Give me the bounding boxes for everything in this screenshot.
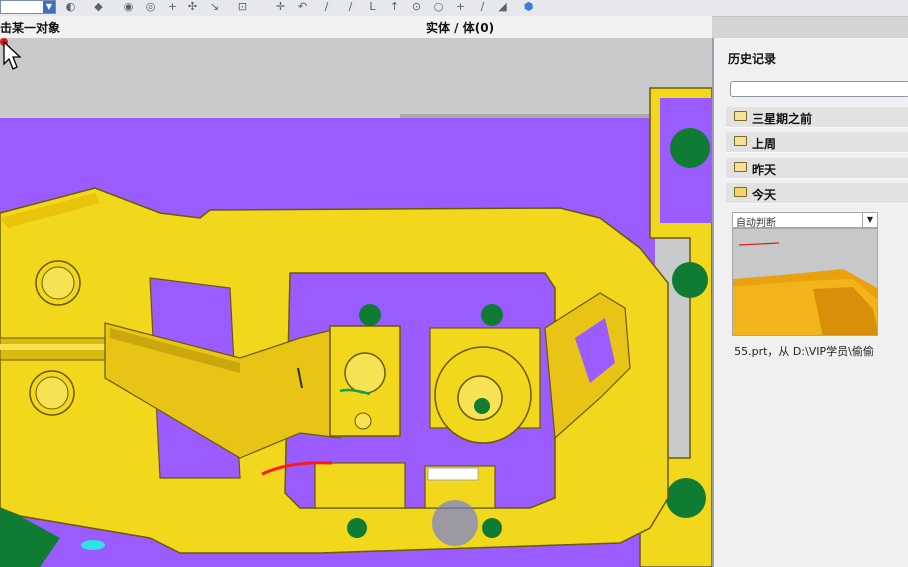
history-search-input[interactable]	[730, 81, 908, 97]
snap-icon[interactable]: ◆	[92, 1, 105, 13]
group-three-weeks-ago[interactable]: 三星期之前	[726, 107, 908, 128]
chevron-down-icon[interactable]: ▼	[43, 1, 55, 13]
filter-value: 自动判断	[736, 218, 776, 229]
arrow-icon[interactable]: ↑	[388, 1, 401, 13]
selection-filter-combo[interactable]: ▼	[0, 0, 56, 14]
point-icon[interactable]: +	[166, 1, 179, 13]
group-label: 今天	[752, 188, 777, 202]
folder-icon	[734, 162, 747, 172]
history-thumbnail[interactable]	[732, 228, 878, 336]
circle-icon[interactable]: ⊙	[410, 1, 423, 13]
group-label: 昨天	[752, 163, 777, 177]
chevron-down-icon[interactable]: ▼	[862, 213, 877, 227]
view-icon[interactable]: ◐	[64, 1, 77, 13]
group-yesterday[interactable]: 昨天	[726, 158, 908, 179]
plus-icon[interactable]: +	[454, 1, 467, 13]
prompt-text: 击某一对象	[0, 21, 61, 35]
panel-title: 历史记录	[728, 52, 777, 66]
slash-icon[interactable]: ∕	[476, 1, 489, 13]
group-today[interactable]: 今天	[726, 183, 908, 204]
folder-open-icon	[734, 187, 747, 197]
group-label: 三星期之前	[752, 112, 813, 126]
trim-icon[interactable]: ᒪ	[366, 1, 379, 13]
move-icon[interactable]: ✣	[186, 1, 199, 13]
line-icon[interactable]: ✛	[274, 1, 287, 13]
history-panel: 历史记录 三星期之前 上周 昨天 今天 自动判断 ▼ 55.prt，从 D:\V…	[712, 38, 908, 567]
layer-icon[interactable]: ◉	[122, 1, 135, 13]
sketch-icon[interactable]: ◎	[144, 1, 157, 13]
arc-icon[interactable]: ↶	[296, 1, 309, 13]
selection-status: 实体 / 体(0)	[426, 21, 495, 35]
group-last-week[interactable]: 上周	[726, 132, 908, 153]
shade-icon[interactable]: ◢	[496, 1, 509, 13]
curve-icon[interactable]: ∕	[344, 1, 357, 13]
cad-model-render[interactable]	[0, 38, 712, 567]
cursor-highlight	[432, 500, 478, 546]
history-file-caption: 55.prt，从 D:\VIP学员\偷偷	[734, 345, 874, 358]
spline-icon[interactable]: ∕	[320, 1, 333, 13]
filter-select[interactable]: 自动判断 ▼	[732, 212, 878, 229]
prompt-bar: 击某一对象 实体 / 体(0)	[0, 16, 712, 39]
group-label: 上周	[752, 137, 777, 151]
folder-icon	[734, 111, 747, 121]
cube-icon[interactable]: ⬢	[522, 1, 535, 13]
mouse-cursor-icon	[0, 38, 22, 70]
circle-2-icon[interactable]: ○	[432, 1, 445, 13]
folder-icon	[734, 136, 747, 146]
dimension-icon[interactable]: ⊡	[236, 1, 249, 13]
graphics-viewport[interactable]	[0, 38, 712, 567]
top-toolbar: ▼ ◐ ◆ ◉ ◎ + ✣ ↘ ⊡ ✛ ↶ ∕ ∕ ᒪ ↑ ⊙ ○ + ∕ ◢ …	[0, 0, 908, 17]
extrude-icon[interactable]: ↘	[208, 1, 221, 13]
